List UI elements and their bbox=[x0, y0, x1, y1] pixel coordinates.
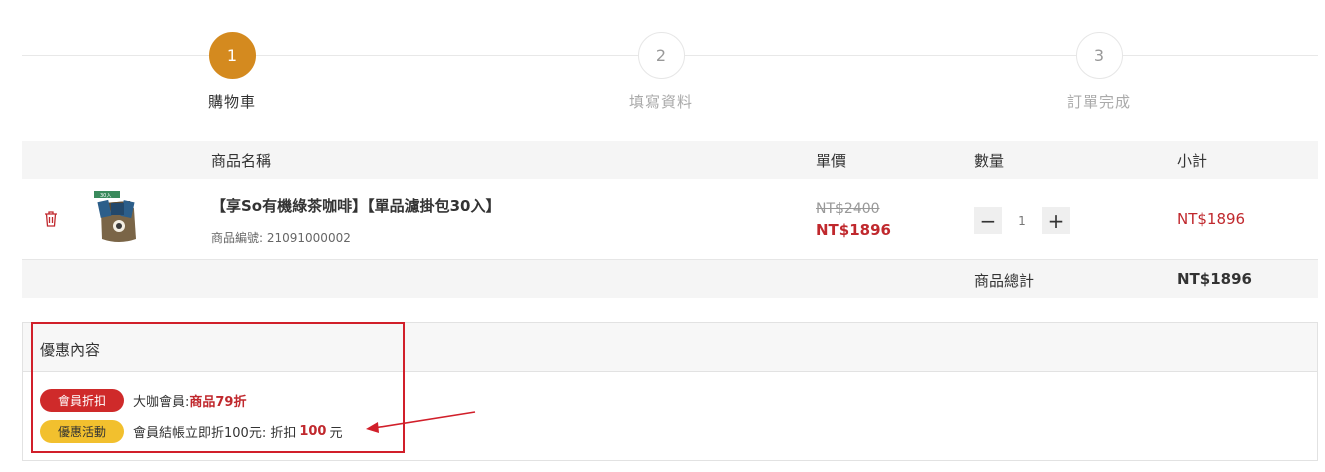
step-label: 填寫資料 bbox=[628, 93, 693, 111]
member-discount-badge: 會員折扣 bbox=[40, 389, 124, 412]
promotion-event-badge: 優惠活動 bbox=[40, 420, 124, 443]
promotion-highlight: 商品79折 bbox=[189, 395, 247, 410]
step-number: 3 bbox=[1075, 32, 1123, 79]
total-label: 商品總計 bbox=[974, 272, 1035, 290]
item-subtotal: NT$1896 bbox=[1177, 210, 1246, 228]
promotions-panel: 優惠內容 會員折扣 大咖會員: 商品79折 優惠活動 會員結帳立即折100元: … bbox=[22, 322, 1318, 461]
svg-text:30入: 30入 bbox=[100, 193, 111, 199]
quantity-value[interactable]: 1 bbox=[1002, 207, 1042, 234]
promotion-text: 大咖會員: bbox=[133, 395, 190, 410]
plus-icon[interactable]: + bbox=[1042, 207, 1070, 234]
original-price: NT$2400 bbox=[816, 201, 880, 217]
table-row: 30入 【享So有機綠茶咖啡】【單品濾掛包30入】 商品編號: 21091000… bbox=[22, 179, 1318, 260]
step-order-complete: 3 訂單完成 bbox=[1029, 32, 1169, 112]
promotion-text: 會員結帳立即折100元: 折扣 bbox=[133, 426, 297, 441]
product-code-label: 商品編號: bbox=[211, 231, 267, 245]
column-quantity: 數量 bbox=[974, 152, 1005, 170]
promotions-title: 優惠內容 bbox=[23, 323, 1317, 372]
checkout-steps: 1 購物車 2 填寫資料 3 訂單完成 bbox=[22, 0, 1318, 130]
promotion-item: 會員折扣 大咖會員: 商品79折 bbox=[40, 389, 246, 412]
product-code: 商品編號: 21091000002 bbox=[211, 229, 351, 246]
step-number: 1 bbox=[208, 32, 256, 79]
promotion-item: 優惠活動 會員結帳立即折100元: 折扣 100 元 bbox=[40, 420, 342, 443]
step-cart: 1 購物車 bbox=[162, 32, 302, 112]
annotation-arrow-icon bbox=[366, 411, 476, 433]
discounted-price: NT$1896 bbox=[816, 221, 891, 239]
trash-icon[interactable] bbox=[44, 210, 58, 227]
product-code-value: 21091000002 bbox=[266, 231, 351, 245]
cart-total-row: 商品總計 NT$1896 bbox=[22, 260, 1318, 298]
promotion-highlight: 100 bbox=[299, 424, 327, 439]
total-value: NT$1896 bbox=[1177, 270, 1252, 288]
product-thumbnail[interactable]: 30入 bbox=[92, 189, 144, 247]
cart-table: 商品名稱 單價 數量 小計 30入 【享So有機綠茶咖啡】【單品濾掛包30入】 … bbox=[22, 141, 1318, 298]
column-subtotal: 小計 bbox=[1177, 152, 1208, 170]
column-unit-price: 單價 bbox=[816, 152, 847, 170]
table-header: 商品名稱 單價 數量 小計 bbox=[22, 141, 1318, 179]
product-name[interactable]: 【享So有機綠茶咖啡】【單品濾掛包30入】 bbox=[211, 195, 500, 216]
minus-icon[interactable]: − bbox=[974, 207, 1002, 234]
quantity-stepper: − 1 + bbox=[974, 207, 1070, 234]
promotion-suffix: 元 bbox=[329, 426, 343, 441]
step-fill-info: 2 填寫資料 bbox=[591, 32, 731, 112]
column-name: 商品名稱 bbox=[211, 152, 272, 170]
step-label: 訂單完成 bbox=[1066, 93, 1131, 111]
step-number: 2 bbox=[637, 32, 685, 79]
step-label: 購物車 bbox=[207, 93, 256, 111]
